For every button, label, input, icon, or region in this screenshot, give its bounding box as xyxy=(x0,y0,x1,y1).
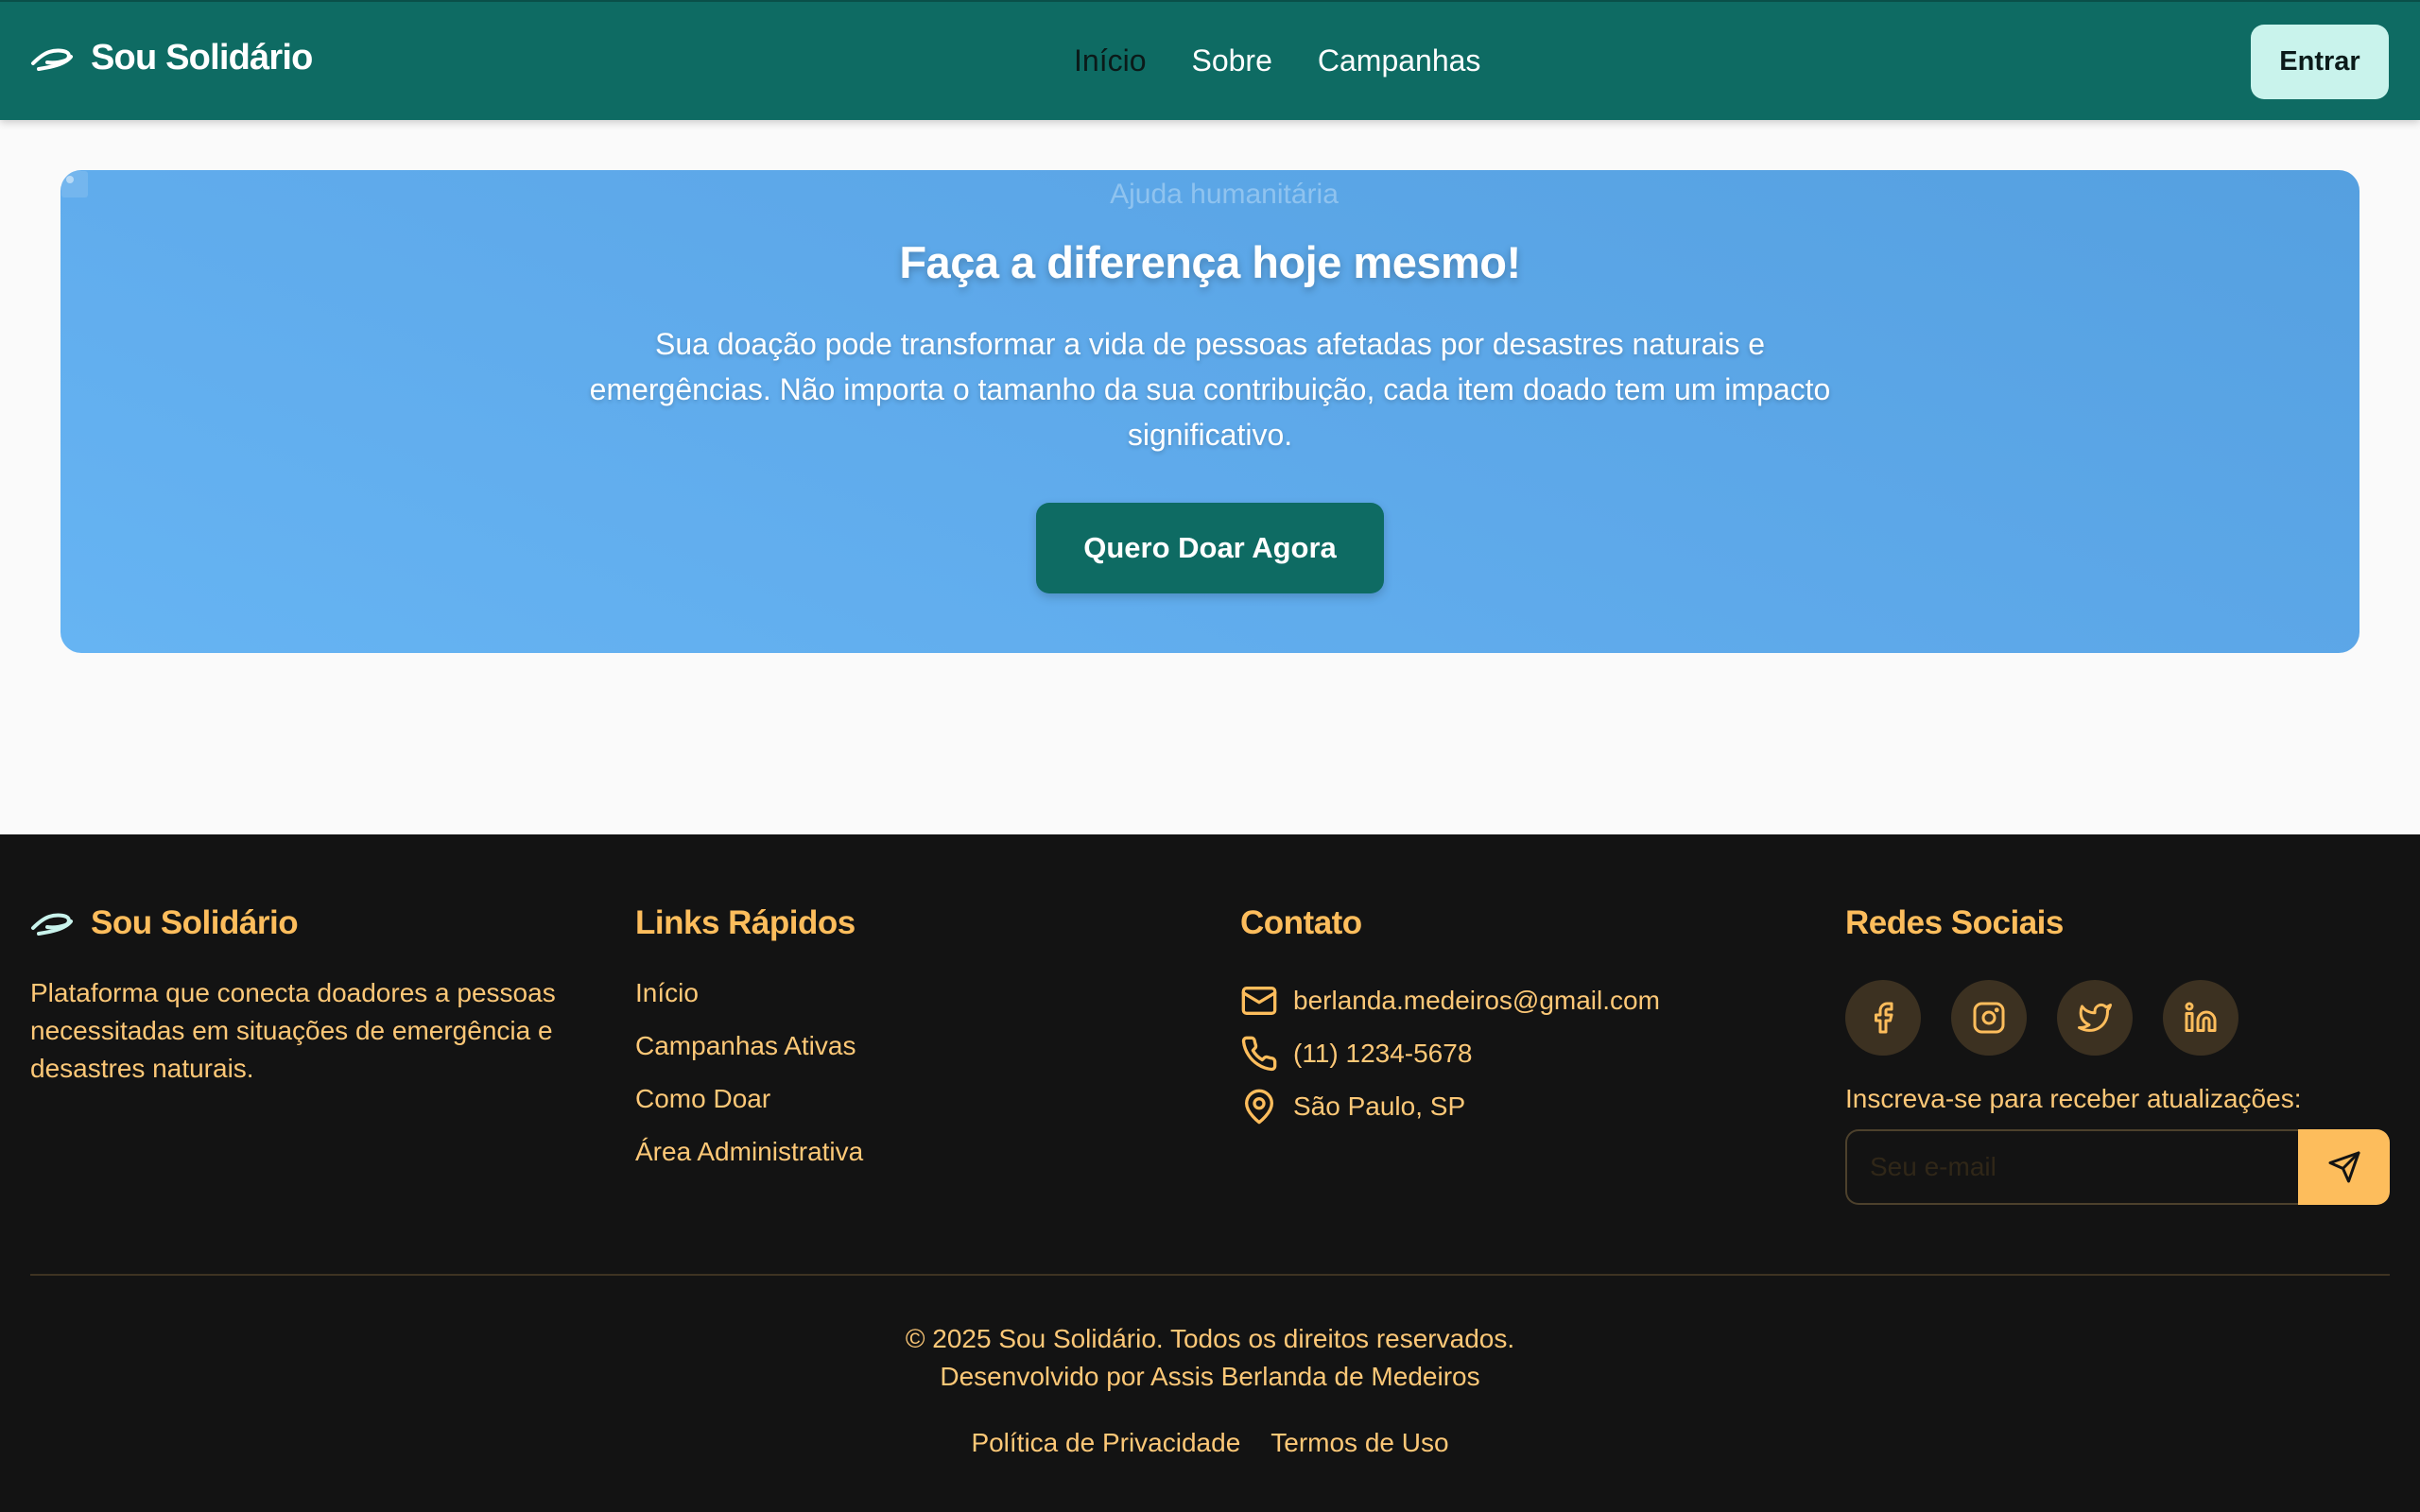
linkedin-icon xyxy=(2185,1002,2217,1032)
nav-inicio[interactable]: Início xyxy=(1074,43,1146,78)
contact-location: São Paulo, SP xyxy=(1240,1080,1660,1133)
contact-email-text: berlanda.medeiros@gmail.com xyxy=(1293,986,1660,1015)
map-pin-icon xyxy=(1245,1089,1273,1125)
contact-phone[interactable]: (11) 1234-5678 xyxy=(1240,1027,1660,1080)
footer-contact: Contato berlanda.medeiros@gmail.com (11)… xyxy=(1240,901,1660,1133)
footer-link-campanhas-ativas[interactable]: Campanhas Ativas xyxy=(635,1027,863,1080)
nav-sobre[interactable]: Sobre xyxy=(1191,43,1271,78)
terms-of-use-link[interactable]: Termos de Uso xyxy=(1270,1428,1448,1458)
contact-title: Contato xyxy=(1240,904,1362,941)
subscribe-email-input[interactable] xyxy=(1845,1129,2318,1205)
subscribe-form xyxy=(1845,1129,2390,1205)
handshake-logo-icon xyxy=(31,48,73,71)
contact-location-text: São Paulo, SP xyxy=(1293,1091,1466,1121)
linkedin-button[interactable] xyxy=(2163,980,2238,1056)
quick-links-list: Início Campanhas Ativas Como Doar Área A… xyxy=(635,974,863,1186)
footer-link-area-administrativa[interactable]: Área Administrativa xyxy=(635,1133,863,1186)
instagram-icon xyxy=(1973,1002,2005,1034)
nav-campanhas[interactable]: Campanhas xyxy=(1318,43,1481,78)
hero-banner: Ajuda humanitária Faça a diferença hoje … xyxy=(60,170,2360,653)
mail-icon xyxy=(1241,987,1277,1015)
social-links xyxy=(1845,980,2390,1056)
handshake-logo-icon xyxy=(31,913,73,936)
legal-links: Política de Privacidade Termos de Uso xyxy=(0,1428,2420,1458)
phone-icon xyxy=(1241,1036,1277,1072)
footer-link-como-doar[interactable]: Como Doar xyxy=(635,1080,863,1133)
subscribe-submit-button[interactable] xyxy=(2298,1129,2390,1205)
brand[interactable]: Sou Solidário xyxy=(30,38,313,78)
instagram-button[interactable] xyxy=(1951,980,2027,1056)
footer-quick-links: Links Rápidos Início Campanhas Ativas Co… xyxy=(635,901,863,1186)
footer-divider xyxy=(30,1274,2390,1276)
site-header: Sou Solidário Início Sobre Campanhas Ent… xyxy=(0,0,2420,120)
contact-email[interactable]: berlanda.medeiros@gmail.com xyxy=(1240,974,1660,1027)
facebook-icon xyxy=(1875,1002,1893,1034)
footer-brand-name: Sou Solidário xyxy=(91,904,299,941)
main-nav: Início Sobre Campanhas xyxy=(1074,43,1480,78)
facebook-button[interactable] xyxy=(1845,980,1921,1056)
footer-brand: Sou Solidário xyxy=(30,901,597,946)
brand-name: Sou Solidário xyxy=(91,38,313,77)
subscribe-label: Inscreva-se para receber atualizações: xyxy=(1845,1084,2302,1113)
site-footer: Sou Solidário Plataforma que conecta doa… xyxy=(0,834,2420,1512)
links-title: Links Rápidos xyxy=(635,904,856,941)
footer-social: Redes Sociais Inscreva-se para receber a… xyxy=(1845,901,2390,1205)
footer-copyright-block: © 2025 Sou Solidário. Todos os direitos … xyxy=(0,1320,2420,1396)
hero-text: Sua doação pode transformar a vida de pe… xyxy=(589,327,1831,452)
contact-phone-text: (11) 1234-5678 xyxy=(1293,1039,1473,1068)
send-icon xyxy=(2328,1151,2360,1183)
copyright-text: © 2025 Sou Solidário. Todos os direitos … xyxy=(905,1324,1515,1353)
hero-image-alt: Ajuda humanitária xyxy=(1110,179,1339,210)
privacy-policy-link[interactable]: Política de Privacidade xyxy=(971,1428,1240,1458)
social-title: Redes Sociais xyxy=(1845,904,2064,941)
footer-about: Sou Solidário Plataforma que conecta doa… xyxy=(30,901,597,1088)
footer-link-inicio[interactable]: Início xyxy=(635,974,863,1027)
login-button[interactable]: Entrar xyxy=(2251,25,2389,99)
donate-now-button[interactable]: Quero Doar Agora xyxy=(1036,503,1384,593)
developer-credit: Desenvolvido por Assis Berlanda de Medei… xyxy=(940,1362,1480,1391)
twitter-button[interactable] xyxy=(2057,980,2133,1056)
twitter-icon xyxy=(2078,1003,2112,1032)
footer-description: Plataforma que conecta doadores a pessoa… xyxy=(30,978,556,1083)
hero-title: Faça a diferença hoje mesmo! xyxy=(899,237,1521,287)
